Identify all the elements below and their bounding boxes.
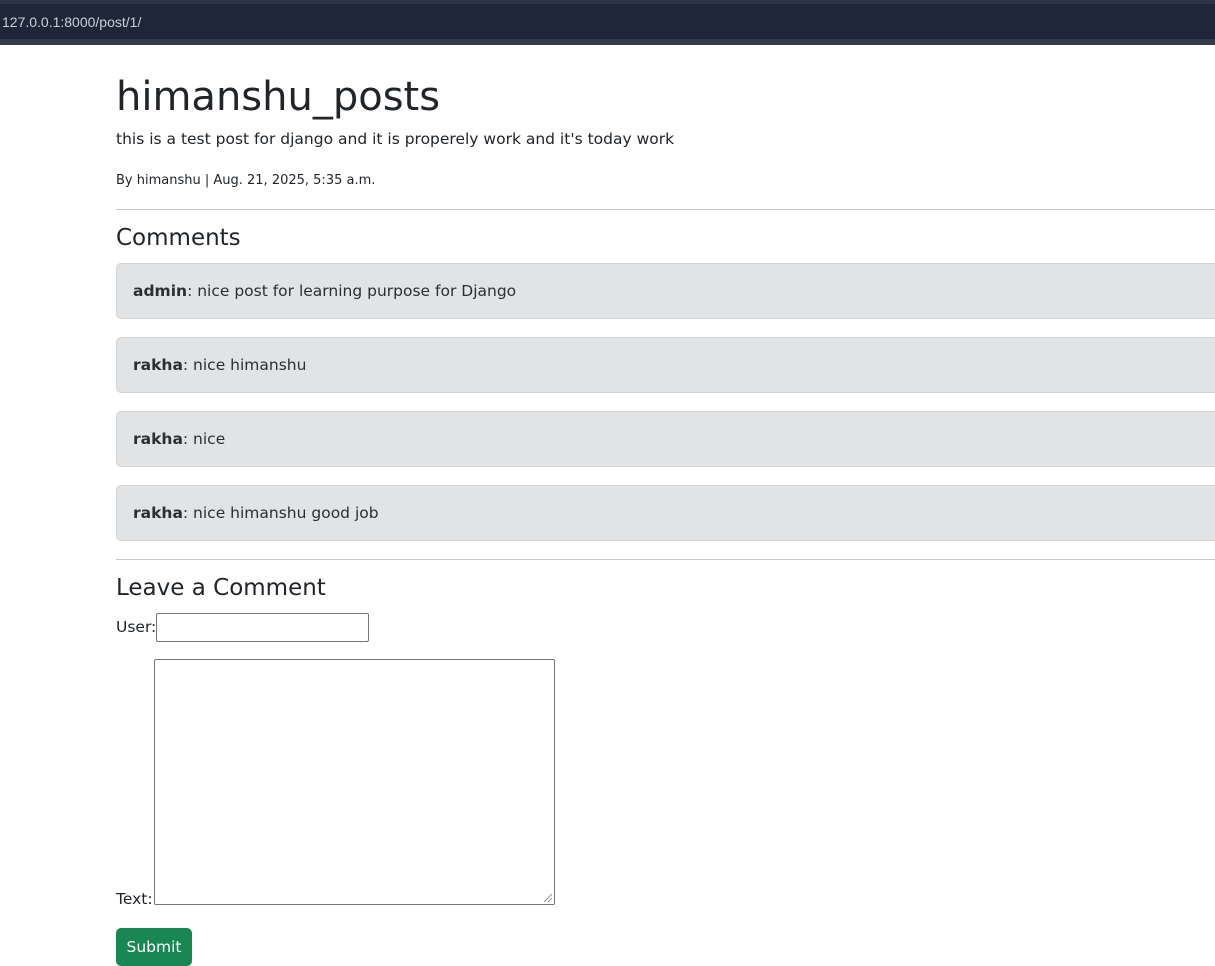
browser-address-bar[interactable]: 127.0.0.1:8000/post/1/ bbox=[0, 0, 1215, 45]
divider bbox=[116, 209, 1215, 210]
comment-text: : nice himanshu good job bbox=[182, 504, 379, 522]
comment-item: rakha: nice himanshu bbox=[116, 337, 1215, 393]
comment-item: rakha: nice himanshu good job bbox=[116, 485, 1215, 541]
resize-handle-icon[interactable] bbox=[544, 894, 552, 902]
comment-text: : nice post for learning purpose for Dja… bbox=[187, 282, 517, 300]
user-input[interactable] bbox=[156, 613, 369, 642]
comment-item: admin: nice post for learning purpose fo… bbox=[116, 263, 1215, 319]
comment-author: admin bbox=[133, 282, 188, 300]
comment-author: rakha bbox=[133, 356, 183, 374]
comment-text: : nice bbox=[182, 430, 226, 448]
post-meta: By himanshu | Aug. 21, 2025, 5:35 a.m. bbox=[116, 173, 376, 188]
user-label: User: bbox=[116, 618, 157, 636]
submit-button[interactable]: Submit bbox=[116, 928, 192, 966]
comment-list: admin: nice post for learning purpose fo… bbox=[116, 263, 1215, 559]
post-title: himanshu_posts bbox=[116, 74, 441, 120]
post-body: this is a test post for django and it is… bbox=[116, 130, 675, 148]
divider bbox=[116, 559, 1215, 560]
url-text[interactable]: 127.0.0.1:8000/post/1/ bbox=[2, 14, 141, 30]
comments-heading: Comments bbox=[116, 225, 241, 251]
comment-textarea[interactable] bbox=[154, 659, 555, 905]
comment-item: rakha: nice bbox=[116, 411, 1215, 467]
comment-text: : nice himanshu bbox=[182, 356, 307, 374]
leave-comment-heading: Leave a Comment bbox=[116, 575, 326, 601]
comment-author: rakha bbox=[133, 504, 183, 522]
text-label: Text: bbox=[116, 890, 153, 908]
comment-author: rakha bbox=[133, 430, 183, 448]
